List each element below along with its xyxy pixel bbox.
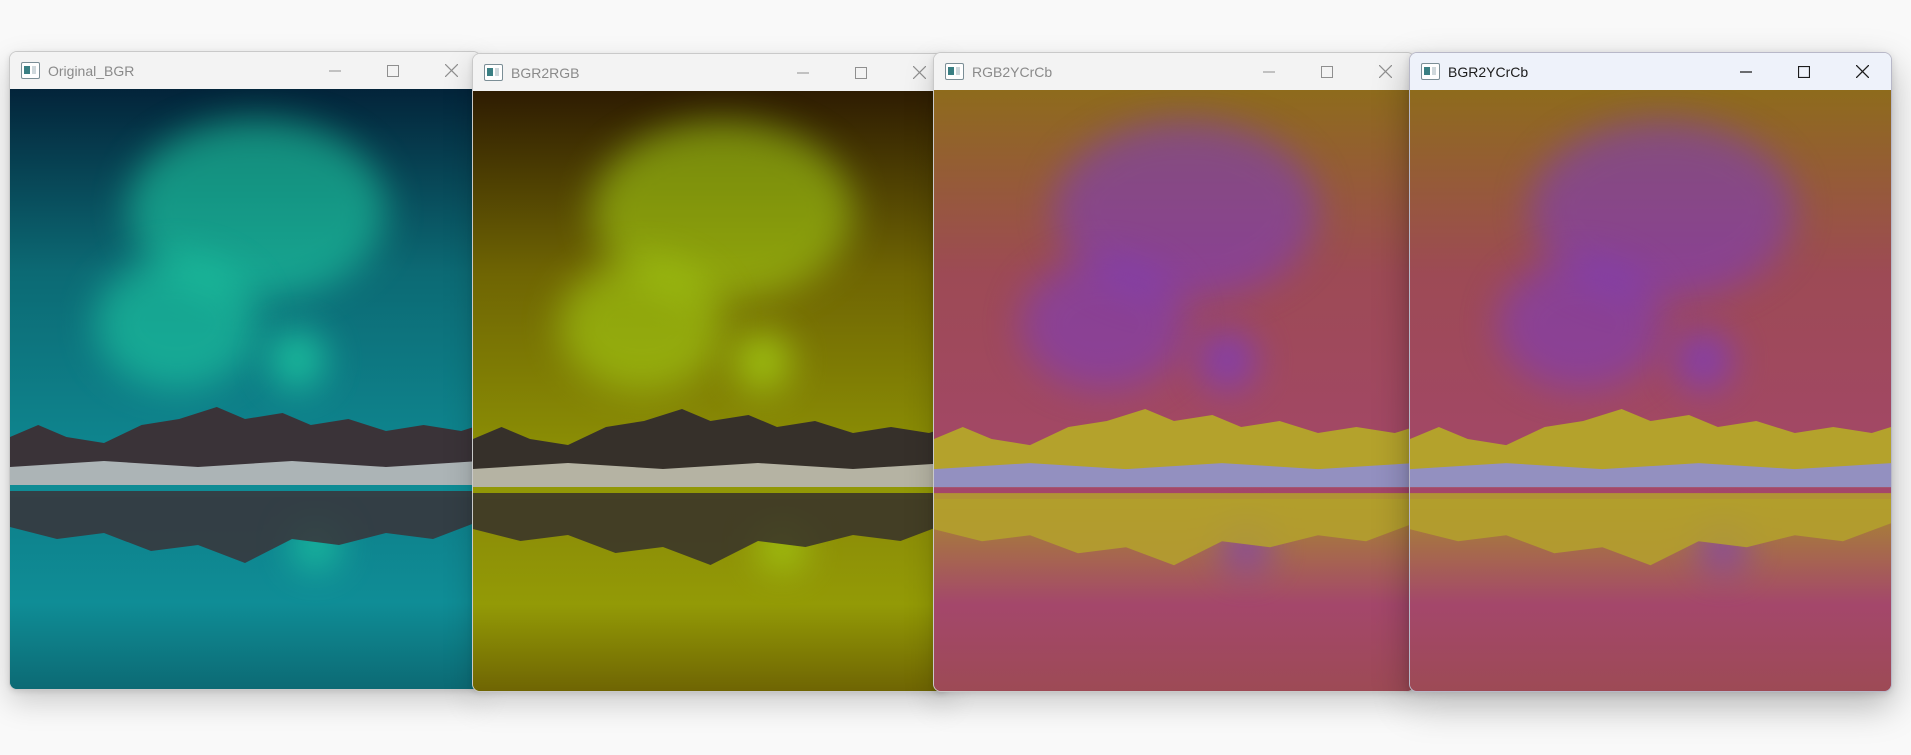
window-controls	[1717, 53, 1891, 90]
opencv-window-icon	[1421, 63, 1440, 80]
mountain-range	[10, 407, 480, 563]
maximize-button[interactable]	[832, 54, 890, 91]
window-titlebar[interactable]: RGB2YCrCb	[934, 53, 1414, 90]
opencv-window-icon	[21, 62, 40, 79]
window-title: Original_BGR	[48, 62, 135, 79]
close-icon	[444, 64, 458, 77]
window-controls	[1240, 53, 1414, 90]
close-icon	[1378, 65, 1392, 78]
mountain-range	[473, 409, 948, 565]
aurora-glow	[94, 257, 260, 389]
minimize-button[interactable]	[774, 54, 832, 91]
minimize-icon	[329, 70, 341, 71]
aurora-glow	[1020, 258, 1189, 391]
aurora-glow	[734, 331, 792, 391]
maximize-button[interactable]	[364, 52, 422, 89]
window-controls	[774, 54, 948, 91]
maximize-icon	[387, 64, 399, 77]
close-icon	[1855, 65, 1869, 78]
aurora-glow	[268, 329, 325, 389]
maximize-icon	[855, 66, 867, 79]
window-titlebar[interactable]: BGR2RGB	[473, 54, 948, 91]
window-title: BGR2YCrCb	[1448, 63, 1529, 80]
close-button[interactable]	[1833, 53, 1891, 90]
minimize-icon	[1263, 71, 1275, 72]
maximize-icon	[1321, 65, 1333, 78]
maximize-button[interactable]	[1298, 53, 1356, 90]
minimize-button[interactable]	[1240, 53, 1298, 90]
aurora-glow	[558, 259, 725, 391]
opencv-window-icon	[945, 63, 964, 80]
window-bgr2ycrcb[interactable]: BGR2YCrCb	[1409, 52, 1892, 692]
close-button[interactable]	[1356, 53, 1414, 90]
mountain-range	[1410, 408, 1891, 565]
minimize-icon	[1740, 70, 1752, 73]
window-titlebar[interactable]: Original_BGR	[10, 52, 480, 89]
image-canvas	[934, 90, 1414, 691]
close-icon	[912, 66, 926, 79]
window-rgb2ycrcb[interactable]: RGB2YCrCb	[933, 52, 1415, 692]
maximize-icon	[1798, 65, 1810, 78]
opencv-window-icon	[484, 64, 503, 81]
image-canvas	[10, 89, 480, 689]
minimize-icon	[797, 72, 809, 73]
window-controls	[306, 52, 480, 89]
mountain-range	[934, 408, 1414, 565]
maximize-button[interactable]	[1775, 53, 1833, 90]
window-title: RGB2YCrCb	[972, 63, 1053, 80]
window-title: BGR2RGB	[511, 64, 580, 81]
aurora-glow	[1198, 330, 1256, 391]
image-canvas	[473, 91, 948, 691]
minimize-button[interactable]	[1717, 53, 1775, 90]
window-titlebar[interactable]: BGR2YCrCb	[1410, 53, 1891, 90]
aurora-glow	[1496, 258, 1665, 391]
image-canvas	[1410, 90, 1891, 691]
window-original-bgr[interactable]: Original_BGR	[9, 51, 481, 690]
minimize-button[interactable]	[306, 52, 364, 89]
window-bgr2rgb[interactable]: BGR2RGB	[472, 53, 949, 692]
